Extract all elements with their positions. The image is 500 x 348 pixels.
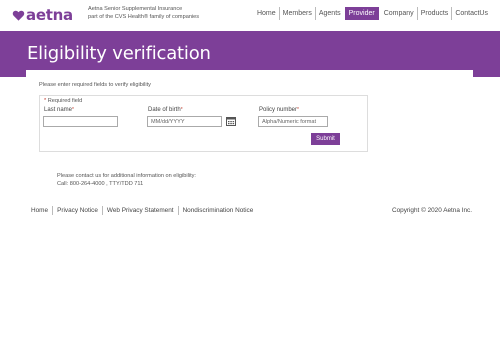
policy-number-field[interactable] <box>258 116 328 127</box>
footer-link-privacy-notice[interactable]: Privacy Notice <box>52 206 102 215</box>
nav-item-members[interactable]: Members <box>278 7 315 20</box>
required-star: * <box>180 107 183 113</box>
nav-item-products[interactable]: Products <box>416 7 452 20</box>
calendar-icon[interactable] <box>226 116 236 126</box>
contact-line-1: Please contact us for additional informa… <box>57 173 196 179</box>
main-nav: Home Members Agents Provider Company Pro… <box>254 7 491 20</box>
dob-label-text: Date of birth <box>148 107 181 113</box>
tagline-line-2: part of the CVS Health® family of compan… <box>88 13 200 20</box>
footer-link-home[interactable]: Home <box>31 206 52 215</box>
intro-text: Please enter required fields to verify e… <box>39 82 151 88</box>
dob-field[interactable] <box>147 116 222 127</box>
nav-item-company[interactable]: Company <box>381 7 417 20</box>
nav-item-contactus[interactable]: ContactUs <box>451 7 491 20</box>
nav-item-home[interactable]: Home <box>254 7 279 20</box>
page-title: Eligibility verification <box>27 43 211 64</box>
site-header: aetna Aetna Senior Supplemental Insuranc… <box>0 0 500 30</box>
required-note: * Required field <box>44 98 82 104</box>
policy-number-label-text: Policy number <box>259 107 298 113</box>
submit-button[interactable]: Submit <box>311 133 340 145</box>
required-note-text: Required field <box>47 98 83 104</box>
required-star: * <box>44 98 47 104</box>
footer-links: Home Privacy Notice Web Privacy Statemen… <box>31 206 257 215</box>
required-star: * <box>72 107 74 113</box>
brand-tagline: Aetna Senior Supplemental Insurance part… <box>88 6 199 21</box>
eligibility-form: * Required field Last name* Date of birt… <box>39 95 368 152</box>
last-name-field[interactable] <box>43 116 118 127</box>
tagline-line-1: Aetna Senior Supplemental Insurance <box>88 6 183 12</box>
policy-number-label: Policy number* <box>259 107 299 113</box>
footer-link-nondiscrimination[interactable]: Nondiscrimination Notice <box>177 206 258 215</box>
last-name-label-text: Last name <box>44 107 73 113</box>
contact-line-2: Call: 800-264-4000 , TTY/TDD 711 <box>57 180 144 187</box>
aetna-logo[interactable]: aetna <box>12 8 73 23</box>
copyright: Copyright © 2020 Aetna Inc. <box>391 207 472 214</box>
nav-item-agents[interactable]: Agents <box>314 7 344 20</box>
heart-icon <box>12 10 25 21</box>
required-star: * <box>297 107 299 113</box>
footer-link-web-privacy[interactable]: Web Privacy Statement <box>101 206 178 215</box>
last-name-label: Last name* <box>44 107 74 113</box>
nav-item-provider[interactable]: Provider <box>344 7 379 20</box>
logo-wordmark: aetna <box>26 6 73 24</box>
dob-label: Date of birth* <box>148 107 183 113</box>
contact-info: Please contact us for additional informa… <box>57 173 196 188</box>
